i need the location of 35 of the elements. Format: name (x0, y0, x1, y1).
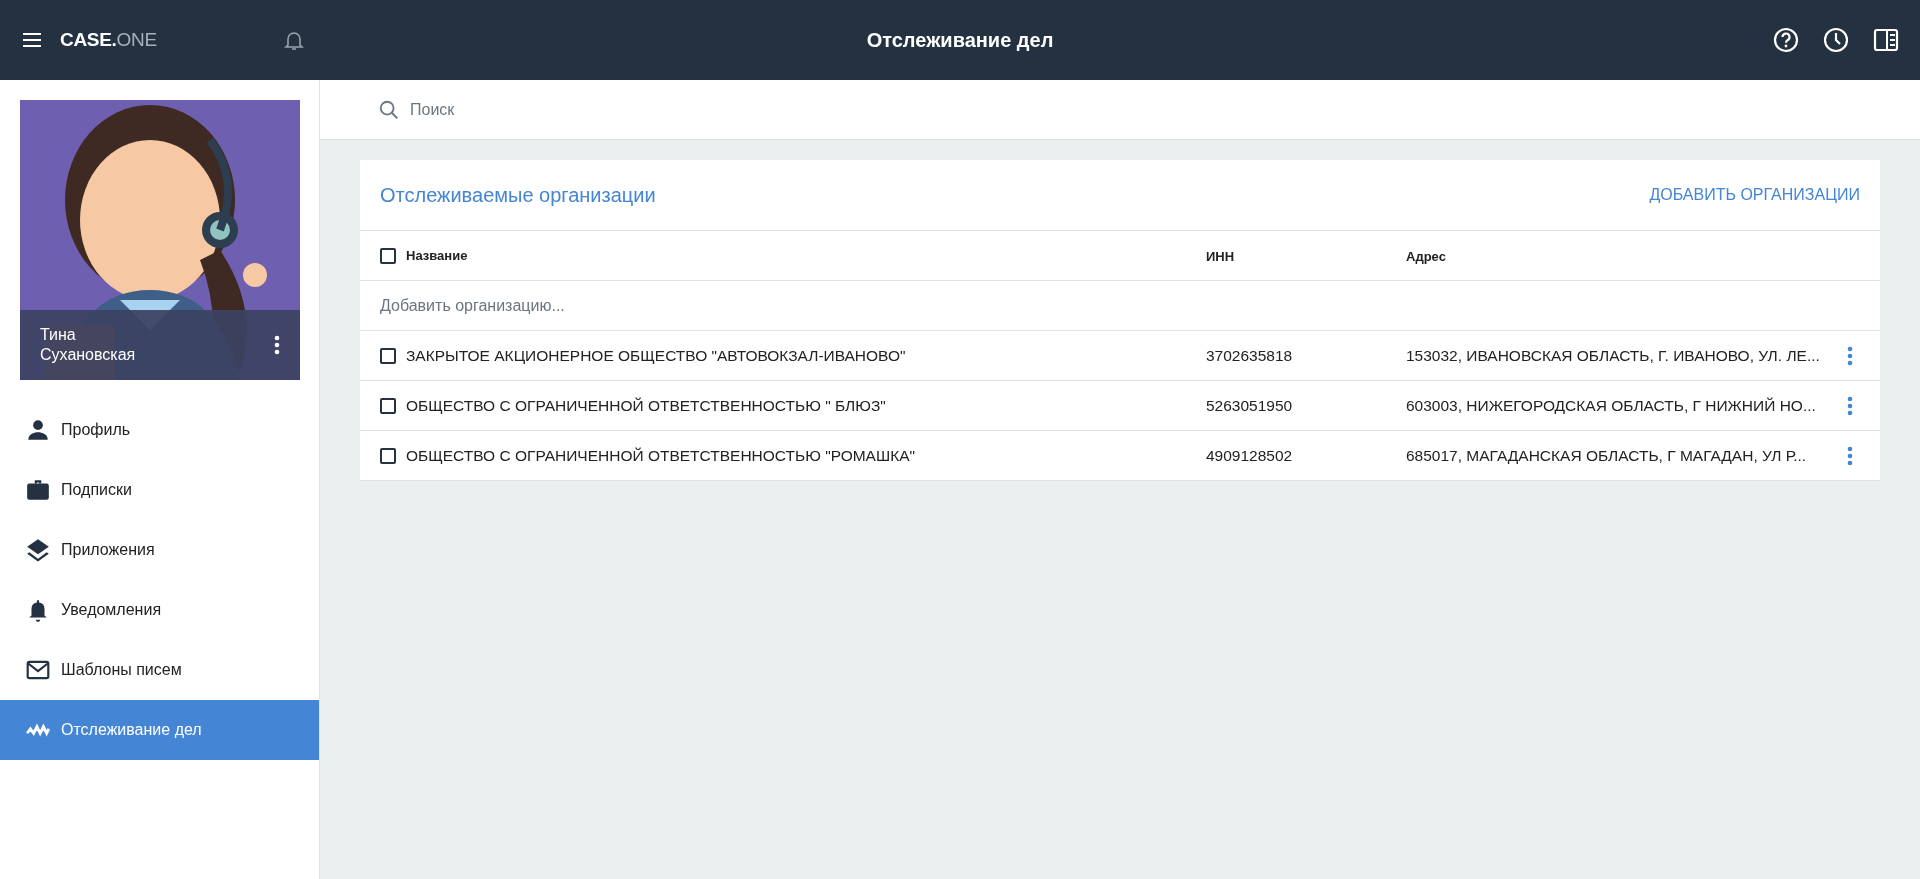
clock-icon[interactable] (1822, 26, 1850, 54)
table-cell: 3702635818 (1206, 346, 1293, 364)
column-header: ИНН (1206, 248, 1235, 264)
row-checkbox[interactable] (380, 347, 396, 364)
table-cell: 4909128502 (1206, 446, 1293, 464)
sidebar-item[interactable]: Подписки (0, 460, 319, 520)
column-header: Адрес (1406, 248, 1446, 264)
person-icon (25, 417, 51, 443)
table-cell: 153032, ИВАНОВСКАЯ ОБЛАСТЬ, Г. ИВАНОВО, УЛ. ЛЕ... (1406, 346, 1820, 364)
sidebar-item[interactable]: Шаблоны писем (0, 640, 319, 700)
more-icon[interactable] (274, 335, 280, 355)
table-cell: 5263051950 (1206, 396, 1293, 414)
help-icon[interactable] (1772, 26, 1800, 54)
column-header: Название (406, 248, 468, 263)
sidebar-item[interactable]: Профиль (0, 400, 319, 460)
row-checkbox[interactable] (380, 397, 396, 414)
card-title: Отслеживаемые организации (380, 183, 656, 207)
sidebar-item[interactable]: Уведомления (0, 580, 319, 640)
row-checkbox[interactable] (380, 447, 396, 464)
side-panel-icon[interactable] (1872, 26, 1900, 54)
page-title: Отслеживание дел (866, 28, 1054, 52)
table-cell: 603003, НИЖЕГОРОДСКАЯ ОБЛАСТЬ, Г НИЖНИЙ НО... (1406, 396, 1816, 414)
sidebar-item[interactable]: Приложения (0, 520, 319, 580)
logo: CASE.ONE (60, 29, 157, 51)
table-cell: ЗАКРЫТОЕ АКЦИОНЕРНОЕ ОБЩЕСТВО "АВТОВОКЗАЛ-ИВАНОВО" (406, 346, 906, 365)
search-icon (378, 98, 400, 121)
table-cell: 685017, МАГАДАНСКАЯ ОБЛАСТЬ, Г МАГАДАН, УЛ Р... (1406, 446, 1807, 464)
add-organizations-button[interactable]: ДОБАВИТЬ ОРГАНИЗАЦИИ (1649, 180, 1860, 210)
select-all-checkbox[interactable] (380, 247, 396, 264)
user-name: Тина Сухановская (40, 325, 136, 365)
table-cell: ОБЩЕСТВО С ОГРАНИЧЕННОЙ ОТВЕТСТВЕННОСТЬЮ "РОМАШКА" (406, 446, 916, 465)
briefcase-icon (25, 477, 51, 503)
sidebar-item[interactable]: Отслеживание дел (0, 700, 319, 760)
layers-icon (25, 537, 51, 563)
table-cell: ОБЩЕСТВО С ОГРАНИЧЕННОЙ ОТВЕТСТВЕННОСТЬЮ " БЛЮЗ" (406, 396, 886, 415)
